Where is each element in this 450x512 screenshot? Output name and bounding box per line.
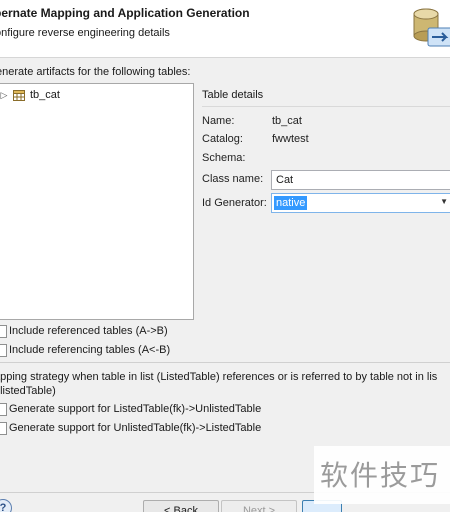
classname-value: Cat [276, 174, 294, 186]
idgen-value: native [274, 196, 308, 210]
classname-input[interactable]: Cat [271, 170, 450, 190]
wizard-header: bernate Mapping and Application Generati… [0, 0, 450, 58]
idgen-select[interactable]: native ▼ [271, 193, 450, 213]
include-referencing-option[interactable]: Include referencing tables (A<-B) [0, 342, 170, 358]
wizard-title: bernate Mapping and Application Generati… [0, 6, 250, 20]
include-referenced-checkbox[interactable] [0, 324, 7, 338]
listed-to-unlisted-checkbox[interactable] [0, 402, 7, 416]
include-referencing-checkbox[interactable] [0, 343, 7, 357]
unlisted-to-listed-checkbox[interactable] [0, 421, 7, 435]
details-title: Table details [202, 89, 264, 101]
database-wizard-icon [413, 8, 450, 47]
classname-label: Class name: [202, 173, 264, 185]
tree-item-tb-cat[interactable]: ▷ tb_cat [0, 87, 60, 103]
next-button[interactable]: Next > [221, 500, 297, 512]
tables-section-label: enerate artifacts for the following tabl… [0, 66, 191, 78]
catalog-label: Catalog: [202, 133, 243, 145]
include-referenced-option[interactable]: Include referenced tables (A->B) [0, 323, 168, 339]
tree-expand-arrow-icon[interactable]: ▷ [0, 90, 9, 101]
idgen-label: Id Generator: [202, 197, 267, 209]
section-divider [0, 362, 450, 363]
details-divider [202, 106, 450, 107]
include-referencing-label: Include referencing tables (A<-B) [9, 344, 171, 356]
name-label: Name: [202, 115, 235, 127]
chevron-down-icon[interactable]: ▼ [440, 197, 448, 206]
listed-to-unlisted-option[interactable]: Generate support for ListedTable(fk)->Un… [0, 401, 261, 417]
wizard-subtitle: onfigure reverse engineering details [0, 27, 170, 39]
unlisted-to-listed-option[interactable]: Generate support for UnlistedTable(fk)->… [0, 420, 261, 436]
table-icon [13, 89, 25, 101]
unlisted-to-listed-label: Generate support for UnlistedTable(fk)->… [9, 422, 262, 434]
back-button[interactable]: < Back [143, 500, 219, 512]
listed-to-unlisted-label: Generate support for ListedTable(fk)->Un… [9, 403, 262, 415]
catalog-value: fwwtest [272, 133, 309, 145]
name-value: tb_cat [272, 115, 302, 127]
include-referenced-label: Include referenced tables (A->B) [9, 325, 168, 337]
watermark: 软件技巧 [314, 446, 450, 504]
tables-tree[interactable]: ▷ tb_cat [0, 83, 194, 320]
schema-label: Schema: [202, 152, 246, 164]
strategy-description: apping strategy when table in list (List… [0, 371, 438, 397]
tree-item-label: tb_cat [30, 89, 60, 101]
watermark-text: 软件技巧 [320, 459, 441, 492]
help-button[interactable]: ? [0, 499, 12, 512]
